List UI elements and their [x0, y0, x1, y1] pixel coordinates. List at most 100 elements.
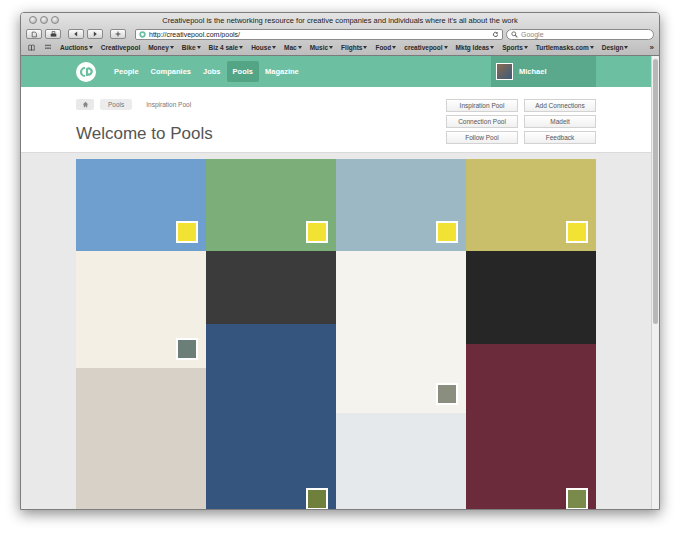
home-crumb[interactable] [76, 99, 94, 110]
scrollbar-thumb[interactable] [653, 59, 658, 324]
bookmark-item[interactable]: creativepool [404, 44, 447, 51]
zoom-button[interactable] [51, 16, 59, 24]
nav-item[interactable]: Magazine [259, 61, 305, 82]
bookmark-item[interactable]: Money [148, 44, 174, 51]
bookmark-item[interactable]: Auctions [60, 44, 93, 51]
bookmark-item[interactable]: Bike [182, 44, 201, 51]
user-menu[interactable]: Michael [491, 56, 596, 87]
back-button[interactable] [68, 29, 84, 39]
nav-item[interactable]: Pools [227, 61, 259, 82]
page-button[interactable] [26, 29, 42, 39]
action-button[interactable]: Follow Pool [446, 131, 518, 144]
user-name: Michael [519, 67, 547, 76]
bookmark-item[interactable]: Mktg Ideas [456, 44, 495, 51]
menu-arrow-icon [624, 46, 628, 49]
bookmark-item[interactable]: Biz 4 sale [209, 44, 244, 51]
pool-tile[interactable] [336, 251, 466, 413]
bookmark-item[interactable]: Food [375, 44, 396, 51]
creativepool-logo-icon[interactable] [76, 62, 96, 82]
banner-tile[interactable] [336, 159, 466, 251]
pool-tile[interactable] [76, 251, 206, 368]
author-avatar[interactable] [436, 221, 458, 243]
menu-arrow-icon [272, 46, 276, 49]
action-button[interactable]: Feedback [524, 131, 596, 144]
pool-column [336, 251, 466, 509]
bookmarks-bar: Auctions Creativepool Money Bike Biz 4 sale H… [21, 41, 659, 55]
breadcrumb: Pools Inspiration Pool [76, 99, 213, 110]
pool-tile[interactable] [466, 251, 596, 344]
menu-arrow-icon [444, 46, 448, 49]
pool-column [466, 251, 596, 509]
bookmark-item[interactable]: Sports [502, 44, 528, 51]
action-button[interactable]: Inspiration Pool [446, 99, 518, 112]
user-avatar [496, 63, 513, 80]
home-icon [82, 101, 89, 108]
forward-button[interactable] [87, 29, 103, 39]
breadcrumb-item: Inspiration Pool [138, 99, 199, 110]
menu-arrow-icon [524, 46, 528, 49]
scrollbar[interactable] [651, 56, 659, 509]
pool-tile[interactable] [206, 251, 336, 324]
search-field[interactable]: Google [506, 29, 654, 40]
grid-icon [44, 44, 52, 51]
print-button[interactable] [45, 29, 61, 39]
author-avatar[interactable] [306, 488, 328, 509]
site-nav: PeopleCompaniesJobsPoolsMagazine Michael [21, 56, 651, 87]
minimize-button[interactable] [40, 16, 48, 24]
author-avatar[interactable] [176, 338, 198, 360]
pool-tile[interactable] [206, 324, 336, 509]
menu-arrow-icon [392, 46, 396, 49]
pool-grid [21, 153, 651, 509]
action-button[interactable]: Connection Pool [446, 115, 518, 128]
nav-item[interactable]: Companies [145, 61, 197, 82]
pool-tile[interactable] [466, 344, 596, 509]
bookmark-item[interactable]: Turtlemasks.com [536, 44, 594, 51]
close-button[interactable] [29, 16, 37, 24]
bookmark-item[interactable]: House [251, 44, 276, 51]
search-placeholder: Google [521, 31, 544, 38]
menu-arrow-icon [197, 46, 201, 49]
browser-chrome: Creativepool is the networking resource … [21, 13, 659, 56]
action-button[interactable]: Add Connections [524, 99, 596, 112]
magnifier-icon [511, 31, 518, 38]
plus-icon [115, 31, 121, 37]
add-bookmark-button[interactable] [110, 29, 126, 39]
breadcrumb-item[interactable]: Pools [100, 99, 132, 110]
banner-tile[interactable] [466, 159, 596, 251]
author-avatar[interactable] [436, 383, 458, 405]
address-text: http://creativepool.com/pools/ [149, 31, 489, 38]
author-avatar[interactable] [566, 221, 588, 243]
browser-window: Creativepool is the networking resource … [20, 12, 660, 510]
author-avatar[interactable] [306, 221, 328, 243]
pool-columns [76, 251, 596, 509]
page-header: PoolsInspiration PoolWelcome to PoolsIns… [21, 87, 651, 153]
back-arrow-icon [73, 31, 79, 37]
bookmark-item[interactable]: Mac [284, 44, 302, 51]
bookmark-item[interactable]: Creativepool [101, 44, 140, 51]
pool-column [76, 251, 206, 509]
author-avatar[interactable] [176, 221, 198, 243]
menu-arrow-icon [329, 46, 333, 49]
banner-row [76, 159, 596, 251]
bookmark-item[interactable]: Flights [341, 44, 367, 51]
bookmark-item[interactable]: Design [602, 44, 629, 51]
pool-tile[interactable] [336, 413, 466, 509]
bookmark-item[interactable]: Music [310, 44, 333, 51]
pool-tile[interactable] [76, 368, 206, 509]
forward-arrow-icon [92, 31, 98, 37]
author-avatar[interactable] [566, 488, 588, 509]
menu-arrow-icon [298, 46, 302, 49]
printer-icon [50, 31, 57, 38]
book-icon [27, 44, 36, 51]
window-title: Creativepool is the networking resource … [81, 16, 599, 25]
action-button[interactable]: Madeit [524, 115, 596, 128]
menu-arrow-icon [490, 46, 494, 49]
nav-item[interactable]: People [108, 61, 145, 82]
more-bookmarks-button[interactable]: » [650, 43, 654, 52]
banner-tile[interactable] [206, 159, 336, 251]
pool-column [206, 251, 336, 509]
nav-item[interactable]: Jobs [197, 61, 227, 82]
pool-actions: Inspiration Pool Add Connections Connectio… [446, 99, 596, 144]
address-field[interactable]: http://creativepool.com/pools/ [135, 29, 503, 40]
banner-tile[interactable] [76, 159, 206, 251]
